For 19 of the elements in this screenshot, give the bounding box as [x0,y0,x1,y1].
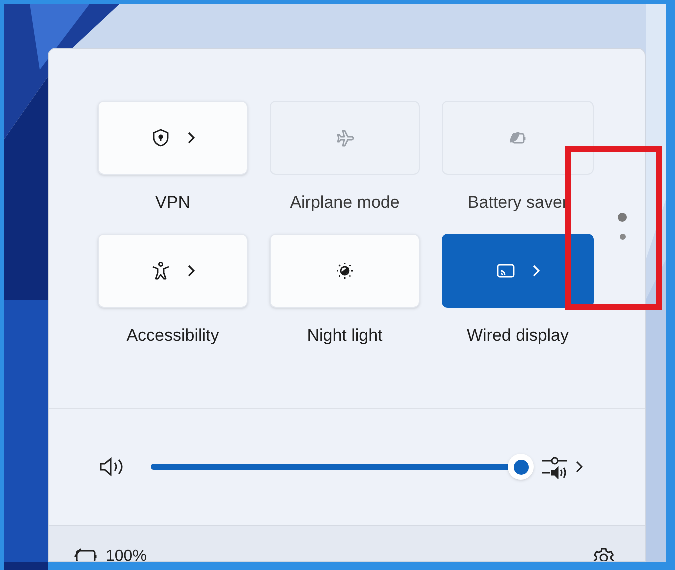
tile-label: Wired display [466,325,570,347]
toggle-tile[interactable] [442,234,594,308]
chevron-icon [187,132,195,144]
chevron-icon [187,265,195,277]
battery-percentage: 100% [106,547,147,561]
slider-thumb[interactable] [508,454,534,480]
chevron-icon [575,461,583,473]
tile-label: Battery saver [468,192,568,214]
tile-label: VPN [156,192,190,214]
tile-label: Airplane mode [290,192,400,214]
tile-label: Night light [307,325,383,347]
airplane-icon [335,128,355,148]
shield-icon [151,128,171,148]
mixer-icon [541,455,569,479]
brightness-icon [335,261,355,281]
accessibility-icon [151,261,171,281]
chevron-icon [532,265,540,277]
audio-mixer-button[interactable] [541,455,583,479]
tile-label: Accessibility [126,325,220,347]
